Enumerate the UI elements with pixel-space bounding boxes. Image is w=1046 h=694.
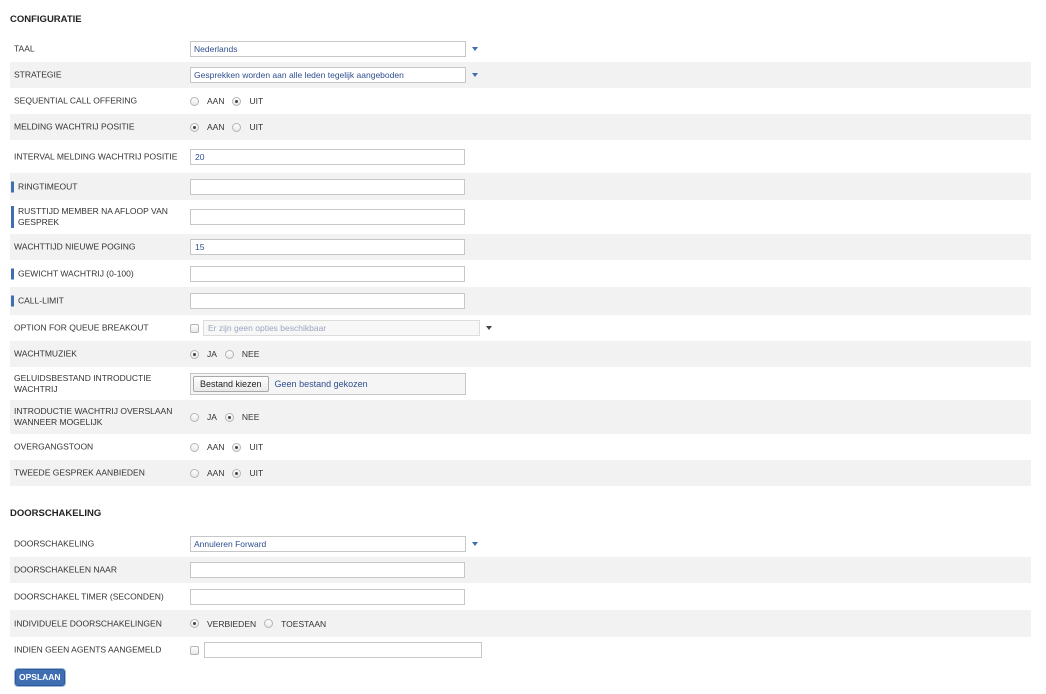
row-doorschakelen-naar: DOORSCHAKELEN NAAR <box>10 557 1031 583</box>
sequential-aan-radio[interactable] <box>190 96 199 106</box>
wachtmuziek-ja-label: JA <box>207 349 217 359</box>
row-calllimit: CALL-LIMIT <box>10 287 1031 315</box>
melding-label: MELDING WACHTRIJ POSITIE <box>14 121 135 132</box>
doorschakeling-select[interactable]: Annuleren Forward <box>190 536 466 552</box>
row-geluidsbestand: GELUIDSBESTAND INTRODUCTIE WACHTRIJ Best… <box>10 367 1031 400</box>
introductie-label: INTRODUCTIE WACHTRIJ OVERSLAAN WANNEER M… <box>14 406 173 427</box>
introductie-ja-label: JA <box>207 412 217 422</box>
chevron-down-icon[interactable] <box>472 542 478 546</box>
row-doorschakeling: DOORSCHAKELING Annuleren Forward <box>10 531 1031 557</box>
geen-agents-label: INDIEN GEEN AGENTS AANGEMELD <box>14 644 162 655</box>
melding-uit-radio[interactable] <box>232 122 242 132</box>
chevron-down-icon[interactable] <box>472 73 478 77</box>
breakout-select[interactable]: Er zijn geen opties beschikbaar <box>203 320 480 336</box>
timer-input[interactable] <box>190 588 465 605</box>
gewicht-label: GEWICHT WACHTRIJ (0-100) <box>11 268 183 279</box>
timer-label: DOORSCHAKEL TIMER (SECONDEN) <box>14 591 164 601</box>
wachtmuziek-nee-label: NEE <box>241 349 260 359</box>
geluidsbestand-label: GELUIDSBESTAND INTRODUCTIE WACHTRIJ <box>14 372 152 394</box>
overgangstoon-aan-radio[interactable] <box>190 442 199 452</box>
row-interval: INTERVAL MELDING WACHTRIJ POSITIE 20 <box>10 140 1031 173</box>
overgangstoon-label: OVERGANGSTOON <box>14 441 94 452</box>
breakout-label: OPTION FOR QUEUE BREAKOUT <box>14 322 149 333</box>
choose-file-button[interactable]: Bestand kiezen <box>193 375 269 392</box>
individuele-toestaan-label: TOESTAAN <box>281 618 327 629</box>
chevron-down-icon[interactable] <box>486 326 492 330</box>
ringtimeout-input[interactable] <box>190 178 465 195</box>
sequential-label: SEQUENTIAL CALL OFFERING <box>14 95 138 106</box>
calllimit-label: CALL-LIMIT <box>11 295 183 307</box>
individuele-toestaan-radio[interactable] <box>264 619 274 628</box>
introductie-nee-label: NEE <box>241 412 260 422</box>
overgangstoon-aan-label: AAN <box>207 442 225 452</box>
gewicht-input[interactable] <box>190 265 465 282</box>
row-wachttijd: WACHTTIJD NIEUWE POGING 15 <box>10 234 1031 260</box>
chevron-down-icon[interactable] <box>472 47 478 51</box>
doorschakeling-label: DOORSCHAKELING <box>14 538 95 549</box>
individuele-verbieden-radio[interactable] <box>190 619 199 628</box>
row-overgangstoon: OVERGANGSTOON AAN UIT <box>10 434 1031 460</box>
introductie-ja-radio[interactable] <box>190 412 199 422</box>
strategie-label: STRATEGIE <box>14 69 62 80</box>
individuele-verbieden-label: VERBIEDEN <box>207 618 257 629</box>
wachttijd-input[interactable]: 15 <box>190 239 465 255</box>
tweede-label: TWEEDE GESPREK AANBIEDEN <box>14 467 145 478</box>
taal-label: TAAL <box>14 43 35 54</box>
row-individuele: INDIVIDUELE DOORSCHAKELINGEN VERBIEDEN T… <box>10 610 1031 637</box>
geen-agents-checkbox[interactable] <box>190 645 199 655</box>
row-taal: TAAL Nederlands <box>10 36 1031 62</box>
file-upload: Bestand kiezen Geen bestand gekozen <box>190 372 466 395</box>
section-title-doorschakeling: DOORSCHAKELING <box>10 508 102 519</box>
taal-select[interactable]: Nederlands <box>190 41 466 57</box>
row-strategie: STRATEGIE Gesprekken worden aan alle led… <box>10 62 1031 88</box>
row-timer: DOORSCHAKEL TIMER (SECONDEN) <box>10 583 1031 610</box>
strategie-select[interactable]: Gesprekken worden aan alle leden tegelij… <box>190 67 466 83</box>
rusttijd-input[interactable] <box>190 209 465 225</box>
melding-aan-label: AAN <box>207 122 225 132</box>
section-title-configuratie: CONFIGURATIE <box>10 14 82 25</box>
melding-uit-label: UIT <box>249 122 264 132</box>
row-wachtmuziek: WACHTMUZIEK JA NEE <box>10 341 1031 367</box>
row-breakout: OPTION FOR QUEUE BREAKOUT Er zijn geen o… <box>10 315 1031 341</box>
row-tweede: TWEEDE GESPREK AANBIEDEN AAN UIT <box>10 460 1031 486</box>
row-geen-agents: INDIEN GEEN AGENTS AANGEMELD <box>10 637 1031 663</box>
wachtmuziek-label: WACHTMUZIEK <box>14 348 77 359</box>
save-button[interactable]: OPSLAAN <box>15 669 65 686</box>
wachtmuziek-ja-radio[interactable] <box>190 349 199 359</box>
file-status: Geen bestand gekozen <box>274 378 368 389</box>
row-ringtimeout: RINGTIMEOUT <box>10 173 1031 200</box>
sequential-uit-radio[interactable] <box>232 96 242 106</box>
doorschakelen-naar-label: DOORSCHAKELEN NAAR <box>14 564 117 575</box>
melding-aan-radio[interactable] <box>190 122 199 132</box>
overgangstoon-uit-label: UIT <box>249 442 264 452</box>
doorschakelen-naar-input[interactable] <box>190 562 465 578</box>
tweede-uit-label: UIT <box>249 468 264 478</box>
sequential-aan-label: AAN <box>207 96 225 106</box>
row-gewicht: GEWICHT WACHTRIJ (0-100) <box>10 260 1031 287</box>
introductie-nee-radio[interactable] <box>224 412 234 422</box>
tweede-aan-label: AAN <box>207 468 225 478</box>
row-sequential: SEQUENTIAL CALL OFFERING AAN UIT <box>10 88 1031 114</box>
breakout-checkbox[interactable] <box>190 323 199 333</box>
row-introductie: INTRODUCTIE WACHTRIJ OVERSLAAN WANNEER M… <box>10 400 1031 434</box>
interval-input[interactable]: 20 <box>190 148 465 165</box>
geen-agents-input[interactable] <box>204 642 482 658</box>
tweede-uit-radio[interactable] <box>232 468 242 478</box>
wachtmuziek-nee-radio[interactable] <box>224 349 234 359</box>
row-melding: MELDING WACHTRIJ POSITIE AAN UIT <box>10 114 1031 140</box>
wachttijd-label: WACHTTIJD NIEUWE POGING <box>14 241 136 252</box>
individuele-label: INDIVIDUELE DOORSCHAKELINGEN <box>14 618 162 628</box>
calllimit-input[interactable] <box>190 293 465 309</box>
ringtimeout-label: RINGTIMEOUT <box>11 181 183 192</box>
row-rusttijd: RUSTTIJD MEMBER NA AFLOOP VAN GESPREK <box>10 200 1031 234</box>
rusttijd-label: RUSTTIJD MEMBER NA AFLOOP VAN GESPREK <box>11 206 183 228</box>
sequential-uit-label: UIT <box>249 96 264 106</box>
overgangstoon-uit-radio[interactable] <box>232 442 242 452</box>
interval-label: INTERVAL MELDING WACHTRIJ POSITIE <box>14 151 178 161</box>
tweede-aan-radio[interactable] <box>190 468 199 478</box>
